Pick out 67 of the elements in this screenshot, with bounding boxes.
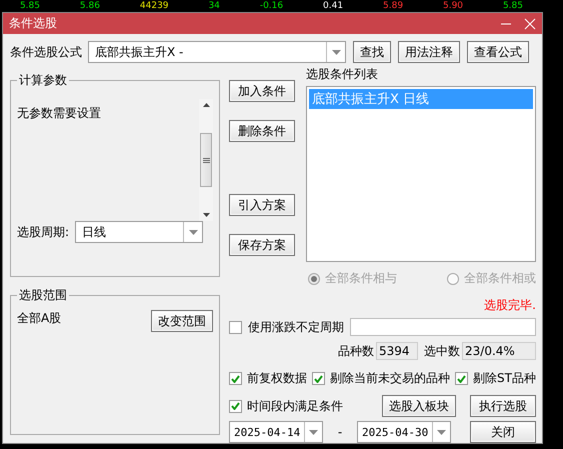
- count-value: 5394: [376, 342, 418, 360]
- close-button[interactable]: 关闭: [470, 421, 536, 443]
- caret-icon: [332, 50, 340, 54]
- dropdown-value: 底部共振主升X -: [94, 44, 184, 60]
- formula-button[interactable]: 查看公式: [467, 41, 529, 63]
- scrollbar[interactable]: [199, 99, 213, 221]
- params-message: 无参数需要设置: [17, 106, 101, 120]
- formula-button[interactable]: 查找: [353, 41, 391, 63]
- status-message: 选股完毕.: [483, 297, 536, 314]
- quote-value: -0.16: [260, 0, 284, 12]
- date-value: 2025-04-30: [361, 424, 430, 440]
- formula-button[interactable]: 用法注释: [398, 41, 460, 63]
- formula-dropdown[interactable]: 底部共振主升X -: [88, 41, 346, 63]
- check-icon: [231, 374, 240, 382]
- check-icon: [231, 402, 240, 410]
- start-date-picker[interactable]: 2025-04-14: [229, 421, 323, 443]
- checkbox-label: 剔除ST品种: [473, 370, 536, 387]
- action-button[interactable]: 执行选股: [470, 395, 536, 417]
- range-value: 全部A股: [17, 310, 62, 327]
- checkbox-label: 剔除当前未交易的品种: [330, 370, 450, 387]
- quote-value: 5.89: [383, 0, 404, 12]
- up-arrow-icon[interactable]: [202, 103, 210, 107]
- caret-icon: [309, 430, 318, 434]
- scroll-thumb[interactable]: [200, 133, 212, 187]
- count-label: 品种数: [338, 342, 374, 360]
- checkbox[interactable]: [455, 372, 468, 385]
- change-range-button[interactable]: 改变范围: [151, 310, 213, 332]
- condition-button[interactable]: 引入方案: [229, 194, 295, 216]
- condition-button[interactable]: 保存方案: [229, 234, 295, 256]
- date-value: 2025-04-14: [233, 424, 302, 440]
- quote-value: 34: [208, 0, 220, 12]
- checkbox[interactable]: [229, 372, 242, 385]
- quote-value: 5.90: [442, 0, 464, 12]
- count-label: 选中数: [424, 342, 460, 360]
- condition-button[interactable]: 加入条件: [229, 80, 295, 102]
- down-arrow-icon[interactable]: [202, 213, 210, 217]
- period-input-field[interactable]: [350, 318, 536, 336]
- condition-button[interactable]: 删除条件: [229, 120, 295, 142]
- field-label: 条件选股公式: [10, 44, 82, 60]
- caret-icon: [437, 430, 446, 434]
- check-icon: [314, 374, 324, 382]
- date-separator: -: [336, 425, 344, 439]
- field-label: 选股周期:: [17, 224, 70, 240]
- checkbox-label: 前复权数据: [247, 370, 307, 387]
- grip-icon: [202, 158, 210, 162]
- quote-value: 5.85: [20, 0, 40, 12]
- action-button[interactable]: 选股入板块: [382, 395, 456, 417]
- quote-value: 5.86: [80, 0, 100, 12]
- group-title: 选股范围: [18, 287, 68, 304]
- checkbox-label: 时间段内满足条件: [247, 398, 343, 414]
- checkbox[interactable]: [312, 372, 326, 385]
- checkbox[interactable]: [229, 320, 242, 334]
- dropdown-value: 日线: [81, 224, 108, 240]
- count-value: 23/0.4%: [462, 342, 536, 360]
- checkbox-label: 使用涨跌不定周期: [248, 318, 344, 336]
- group-title: 计算参数: [18, 72, 68, 89]
- quote-value: 0.41: [323, 0, 344, 12]
- caret-icon: [188, 230, 198, 234]
- quote-value: 44239: [140, 0, 169, 12]
- end-date-picker[interactable]: 2025-04-30: [357, 421, 451, 443]
- check-icon: [457, 374, 466, 382]
- checkbox[interactable]: [229, 400, 242, 412]
- window-title: 条件选股: [9, 15, 58, 32]
- period-dropdown[interactable]: 日线: [75, 221, 204, 243]
- close-icon[interactable]: [524, 18, 536, 30]
- quote-value: 5.85: [502, 0, 523, 12]
- list-title: 选股条件列表: [306, 66, 379, 83]
